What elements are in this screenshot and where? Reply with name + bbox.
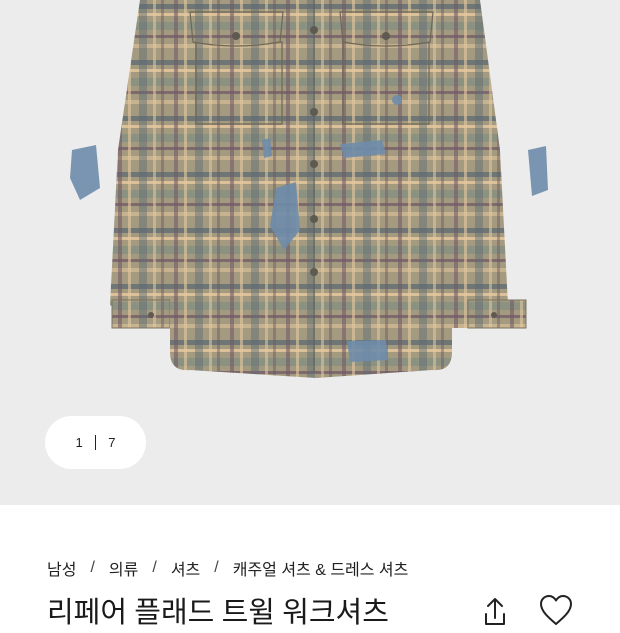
breadcrumb-separator: / [152,559,157,576]
breadcrumb-item-shirts[interactable]: 셔츠 [171,556,200,580]
share-icon [485,598,505,625]
wishlist-button[interactable] [538,594,572,628]
breadcrumb: 남성 / 의류 / 셔츠 / 캐주얼 셔츠 & 드레스 셔츠 [47,557,408,579]
pager-current: 1 [75,435,83,450]
pager-total: 7 [108,435,116,450]
share-button[interactable] [478,594,512,628]
pager-divider [94,435,97,450]
image-pager[interactable]: 1 7 [45,416,146,469]
breadcrumb-item-clothing[interactable]: 의류 [109,556,138,580]
heart-icon [540,595,572,625]
breadcrumb-separator: / [90,559,95,576]
breadcrumb-item-men[interactable]: 남성 [47,556,76,580]
product-image-gallery[interactable]: 1 7 [0,0,620,505]
shirt-illustration [70,0,548,378]
breadcrumb-separator: / [214,559,219,576]
product-title: 리페어 플래드 트윌 워크셔츠 [47,597,389,629]
breadcrumb-item-casual-dress-shirts[interactable]: 캐주얼 셔츠 & 드레스 셔츠 [233,556,409,580]
